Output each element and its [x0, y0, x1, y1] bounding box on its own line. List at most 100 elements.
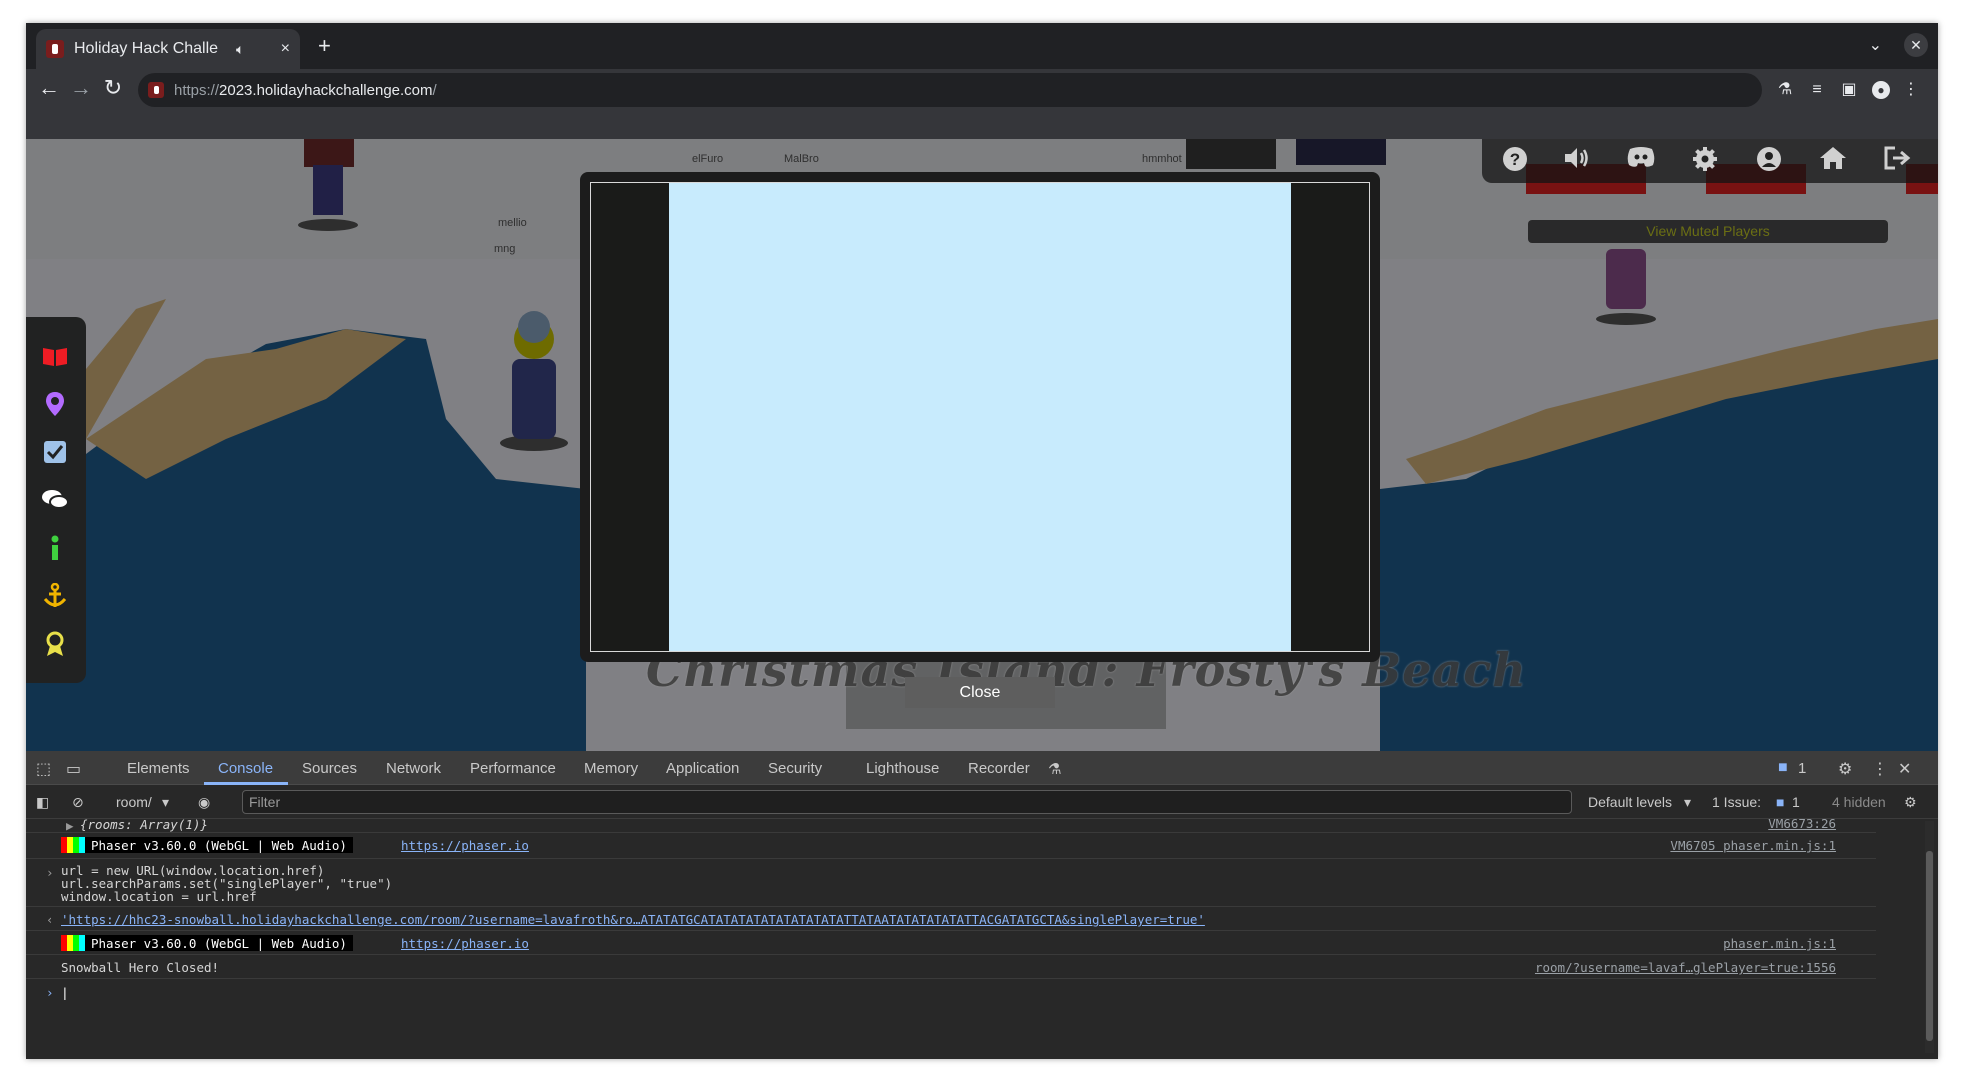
player-name: elFuro — [692, 153, 724, 165]
chat-icon[interactable] — [40, 485, 70, 515]
source-link[interactable]: phaser.min.js:1 — [1723, 936, 1836, 951]
new-tab-button[interactable]: + — [318, 35, 331, 57]
devtools-menu-icon[interactable]: ⋮ — [1872, 759, 1888, 779]
reading-list-icon[interactable]: ≡ — [1808, 81, 1826, 99]
back-arrow-icon[interactable]: ← — [36, 75, 62, 101]
browser-menu-icon[interactable]: ⋮ — [1902, 81, 1920, 99]
chevron-down-icon[interactable]: ▾ — [162, 794, 169, 811]
phaser-color-bars — [61, 935, 85, 951]
tab-search-chevron-icon[interactable]: ⌄ — [1869, 35, 1882, 55]
devtools-panel: ⬚ ▭ Elements Console Sources Network Per… — [26, 751, 1938, 1059]
window-close-button[interactable]: ✕ — [1904, 33, 1928, 57]
anchor-icon[interactable] — [40, 581, 70, 611]
embedded-game-iframe[interactable] — [669, 183, 1291, 651]
object-preview[interactable]: {rooms: Array(1)} — [80, 817, 208, 832]
tab-lighthouse[interactable]: Lighthouse — [866, 760, 939, 777]
context-selector[interactable]: room/ — [116, 794, 152, 810]
map-pin-icon[interactable] — [40, 389, 70, 419]
log-message: Snowball Hero Closed! — [61, 960, 220, 975]
player-name: MalBro — [784, 153, 819, 165]
expand-triangle-icon[interactable]: ▶ — [66, 818, 74, 833]
side-panel-icon[interactable]: ▣ — [1840, 81, 1858, 99]
console-prompt[interactable]: › | — [46, 985, 69, 1000]
devtools-close-icon[interactable]: ✕ — [1898, 759, 1911, 779]
game-sidebar — [26, 317, 86, 683]
console-filter-input[interactable]: Filter — [242, 790, 1572, 814]
home-icon[interactable] — [1818, 146, 1848, 176]
game-page: elFuro MalBro hmmhot mellio mng ? View M… — [26, 139, 1938, 751]
clear-console-icon[interactable]: ⊘ — [72, 794, 84, 811]
game-top-toolbar: ? — [1482, 139, 1938, 183]
logout-icon[interactable] — [1882, 146, 1912, 176]
checkbox-icon[interactable] — [40, 437, 70, 467]
profile-avatar-icon[interactable]: ● — [1872, 81, 1890, 99]
console-scrollbar[interactable] — [1925, 821, 1934, 1053]
settings-icon[interactable] — [1690, 146, 1720, 176]
tab-security[interactable]: Security — [768, 760, 822, 777]
live-expression-eye-icon[interactable]: ◉ — [198, 794, 210, 811]
modal-frame — [590, 182, 1370, 652]
phaser-banner: Phaser v3.60.0 (WebGL | Web Audio) — [61, 837, 353, 853]
help-icon[interactable]: ? — [1500, 146, 1530, 176]
tab-elements[interactable]: Elements — [127, 760, 190, 777]
tab-sources[interactable]: Sources — [302, 760, 357, 777]
default-levels-dropdown[interactable]: Default levels — [1588, 794, 1672, 810]
discord-icon[interactable] — [1626, 146, 1656, 176]
issues-label[interactable]: 1 Issue: — [1712, 794, 1761, 810]
close-modal-button[interactable]: Close — [905, 677, 1055, 708]
phaser-link[interactable]: https://phaser.io — [401, 838, 529, 853]
input-code: url = new URL(window.location.href) url.… — [61, 864, 392, 903]
console-output: ▶ {rooms: Array(1)} VM6673:26 Phaser v3.… — [26, 816, 1926, 1059]
speaker-icon[interactable]: 🔈︎ — [236, 41, 244, 58]
issues-count[interactable]: 1 — [1792, 794, 1800, 810]
inspect-element-icon[interactable]: ⬚ — [36, 759, 51, 779]
site-info-icon[interactable] — [148, 82, 164, 98]
tab-recorder[interactable]: Recorder — [968, 760, 1030, 777]
console-object-row[interactable]: ▶ {rooms: Array(1)} VM6673:26 — [26, 816, 1876, 833]
badge-icon[interactable] — [40, 629, 70, 659]
url-host: 2023.holidayhackchallenge.com — [219, 81, 433, 99]
source-link[interactable]: VM6705 phaser.min.js:1 — [1670, 838, 1836, 853]
result-arrow-icon: ‹ — [46, 912, 54, 927]
scrollbar-thumb[interactable] — [1926, 851, 1933, 1041]
tab-application[interactable]: Application — [666, 760, 739, 777]
labs-flask-icon[interactable]: ⚗ — [1776, 81, 1794, 99]
sound-icon[interactable] — [1562, 146, 1592, 176]
issues-message-icon[interactable]: ■ — [1776, 794, 1784, 810]
address-bar[interactable]: https:// 2023.holidayhackchallenge.com / — [138, 73, 1762, 107]
tab-console[interactable]: Console — [218, 760, 273, 777]
profile-icon[interactable] — [1754, 146, 1784, 176]
result-url[interactable]: 'https://hhc23-snowball.holidayhackchall… — [61, 912, 1205, 927]
tab-strip: Holiday Hack Challe 🔈︎ × + ⌄ ✕ — [26, 23, 1938, 69]
book-icon[interactable] — [40, 341, 70, 371]
browser-window: Holiday Hack Challe 🔈︎ × + ⌄ ✕ ← → ↻ htt… — [26, 23, 1938, 1059]
console-result-row: ‹ 'https://hhc23-snowball.holidayhackcha… — [26, 907, 1876, 931]
forward-arrow-icon[interactable]: → — [68, 75, 94, 101]
url-scheme: https:// — [174, 81, 220, 99]
device-toolbar-icon[interactable]: ▭ — [66, 759, 81, 779]
browser-tab[interactable]: Holiday Hack Challe 🔈︎ × — [36, 29, 300, 69]
sidebar-toggle-icon[interactable]: ◧ — [36, 794, 49, 811]
console-log-row: Phaser v3.60.0 (WebGL | Web Audio) https… — [26, 931, 1876, 955]
phaser-link[interactable]: https://phaser.io — [401, 936, 529, 951]
tab-network[interactable]: Network — [386, 760, 441, 777]
hidden-count: 4 hidden — [1832, 794, 1886, 810]
view-muted-players-button[interactable]: View Muted Players — [1528, 220, 1888, 243]
input-prompt-icon: › — [46, 865, 54, 880]
chevron-down-icon[interactable]: ▾ — [1684, 794, 1691, 811]
console-settings-icon[interactable]: ⚙ — [1904, 794, 1917, 811]
source-link[interactable]: VM6673:26 — [1768, 816, 1836, 831]
tab-title: Holiday Hack Challe — [74, 40, 219, 57]
issues-badge-count[interactable]: 1 — [1798, 760, 1806, 777]
issues-message-icon[interactable]: ■ — [1778, 759, 1788, 777]
source-link[interactable]: room/?username=lavaf…glePlayer=true:1556 — [1535, 960, 1836, 975]
tab-performance[interactable]: Performance — [470, 760, 556, 777]
devtools-settings-icon[interactable]: ⚙ — [1838, 759, 1852, 779]
tab-memory[interactable]: Memory — [584, 760, 638, 777]
tab-close-button[interactable]: × — [281, 40, 290, 58]
console-log-row: Phaser v3.60.0 (WebGL | Web Audio) https… — [26, 833, 1876, 859]
info-icon[interactable] — [40, 533, 70, 563]
phaser-color-bars — [61, 837, 85, 853]
site-favicon-icon — [46, 40, 64, 58]
reload-icon[interactable]: ↻ — [100, 75, 126, 101]
